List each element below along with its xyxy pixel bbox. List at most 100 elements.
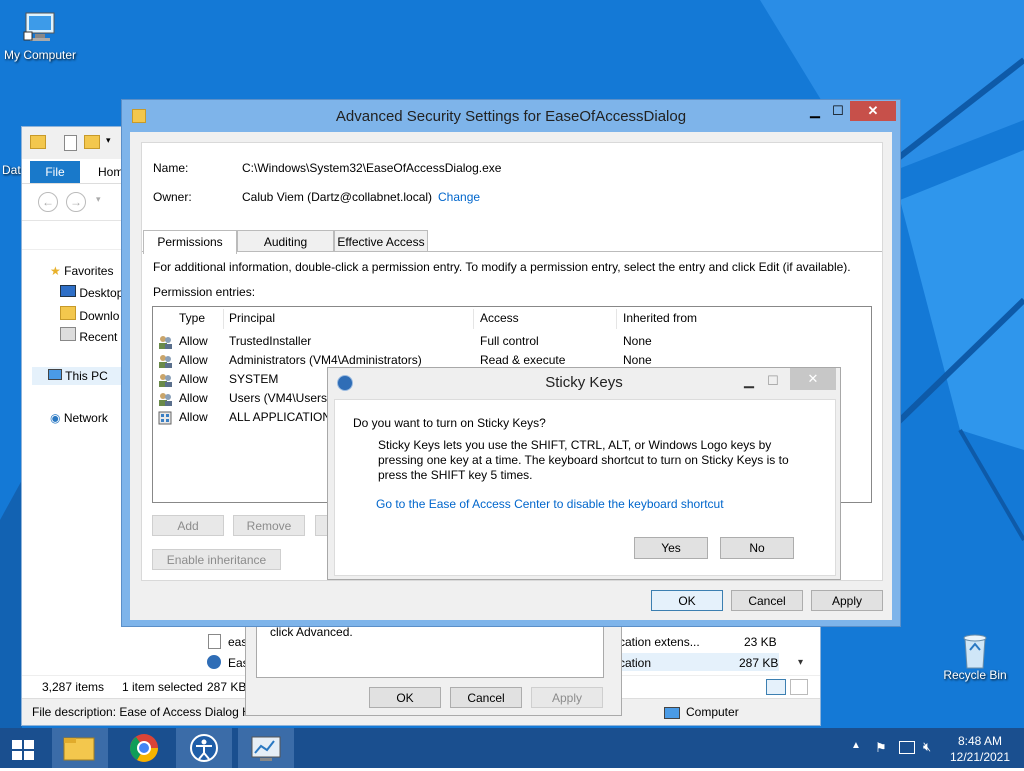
file-explorer-icon [63,737,95,761]
taskbar-ease-of-access[interactable] [176,728,232,768]
volume-muted-icon[interactable]: 🔇︎ [923,739,931,755]
show-hidden-icons-chevron-icon[interactable]: ▲ [851,740,861,751]
partial-desktop-label: Dat [2,163,21,177]
nav-network-label: Network [63,411,108,425]
this-pc-icon [48,369,62,380]
nav-recent-places[interactable]: Recent p [60,327,127,344]
properties-ok-button[interactable]: OK [369,687,441,708]
properties-cancel-button[interactable]: Cancel [450,687,522,708]
users-icon [157,334,173,350]
scroll-down-arrow-icon[interactable]: ▾ [798,657,803,668]
downloads-icon [60,306,76,320]
yes-button[interactable]: Yes [634,537,708,559]
properties-hint: click Advanced. [270,625,353,639]
row-type: Allow [179,372,208,386]
application-package-icon [157,410,173,426]
sticky-keys-dialog: Sticky Keys ▁ ☐ ✕ Do you want to turn on… [327,367,841,580]
recycle-bin-desktop-icon[interactable]: Recycle Bin [933,630,1017,682]
details-view-icon[interactable] [766,679,786,695]
row-type: Allow [179,334,208,348]
owner-label: Owner: [153,190,192,204]
file-type: cation [619,656,652,670]
sticky-description: Sticky Keys lets you use the SHIFT, CTRL… [378,438,789,482]
name-value: C:\Windows\System32\EaseOfAccessDialog.e… [242,161,502,175]
action-center-flag-icon[interactable]: ⚑ [875,740,887,756]
back-arrow-icon[interactable]: ← [38,192,58,212]
taskbar-system-app[interactable] [238,728,294,768]
maximize-button[interactable]: ☐ [825,101,851,121]
row-principal: SYSTEM [229,372,279,386]
nav-network[interactable]: ◉ Network [50,411,108,425]
column-separator [223,309,224,329]
clock-date[interactable]: 12/21/2021 [945,750,1015,764]
my-computer-desktop-icon[interactable]: My Computer [0,10,82,62]
chevron-down-icon[interactable]: ▾ [106,135,111,146]
table-row[interactable]: Allow TrustedInstaller Full control None [153,331,869,350]
no-button[interactable]: No [720,537,794,559]
properties-icon[interactable] [64,135,77,151]
users-icon [157,353,173,369]
ribbon-file-tab[interactable]: File [30,161,80,183]
file-size: 23 KB [744,635,777,649]
column-separator [616,309,617,329]
column-principal[interactable]: Principal [229,311,275,325]
cancel-button[interactable]: Cancel [731,590,803,611]
close-button[interactable]: ✕ [790,368,836,390]
item-count: 3,287 items [42,680,105,694]
computer-icon [22,10,58,46]
folder-icon [30,135,46,149]
taskbar-file-explorer[interactable] [52,728,108,768]
nav-desktop[interactable]: Desktop [60,285,123,300]
file-properties-dialog: click Advanced. OK Cancel Apply [245,614,622,716]
nav-downloads[interactable]: Downlo [60,306,119,323]
column-inherited-from[interactable]: Inherited from [623,311,697,325]
change-owner-link[interactable]: Change [438,190,480,204]
network-icon: ◉ [50,411,61,425]
add-button[interactable]: Add [152,515,224,536]
large-icons-view-icon[interactable] [790,679,808,695]
nav-favorites-label: Favorites [64,264,114,278]
apply-button[interactable]: Apply [811,590,883,611]
permission-entries-label: Permission entries: [153,285,256,299]
close-button[interactable]: ✕ [850,101,896,121]
row-type: Allow [179,391,208,405]
chrome-icon [130,734,158,762]
desktop-icon [60,285,76,297]
network-status-icon[interactable] [899,741,915,754]
taskbar-chrome[interactable] [116,728,172,768]
clock-time[interactable]: 8:48 AM [945,734,1015,748]
enable-inheritance-button[interactable]: Enable inheritance [152,549,281,570]
recycle-bin-icon [957,630,993,669]
selected-size: 287 KB [207,680,247,694]
nav-favorites[interactable]: ★ Favorites [50,264,113,278]
ease-of-access-icon [206,654,222,670]
maximize-button[interactable]: ☐ [760,371,786,391]
ease-of-access-icon [190,734,218,762]
tab-auditing[interactable]: Auditing [237,230,334,252]
tab-effective-access[interactable]: Effective Access [334,230,428,252]
minimize-button[interactable]: ▁ [736,371,762,391]
forward-arrow-icon[interactable]: → [66,192,86,212]
ribbon-home-tab[interactable]: Hom [98,165,123,179]
remove-button[interactable]: Remove [233,515,305,536]
advanced-security-titlebar[interactable]: Advanced Security Settings for EaseOfAcc… [122,100,900,132]
recent-locations-chevron-icon[interactable]: ▾ [96,194,101,205]
column-type[interactable]: Type [179,311,205,325]
start-button[interactable] [0,728,48,768]
sticky-question: Do you want to turn on Sticky Keys? [353,416,546,430]
computer-small-icon [664,707,680,719]
computer-label: Computer [686,705,739,719]
properties-apply-button[interactable]: Apply [531,687,603,708]
monitor-chart-icon [251,736,281,761]
taskbar: ▲ ⚑ 🔇︎ 8:48 AM 12/21/2021 [0,728,1024,768]
row-inherited: None [623,334,652,348]
file-size: 287 KB [739,656,779,670]
column-access[interactable]: Access [480,311,519,325]
tab-permissions[interactable]: Permissions [143,230,237,254]
ok-button[interactable]: OK [651,590,723,611]
row-type: Allow [179,410,208,424]
new-folder-icon[interactable] [84,135,100,149]
row-principal: ALL APPLICATION [229,410,332,424]
file-type: cation extens... [619,635,700,649]
ease-of-access-center-link[interactable]: Go to the Ease of Access Center to disab… [376,497,724,511]
